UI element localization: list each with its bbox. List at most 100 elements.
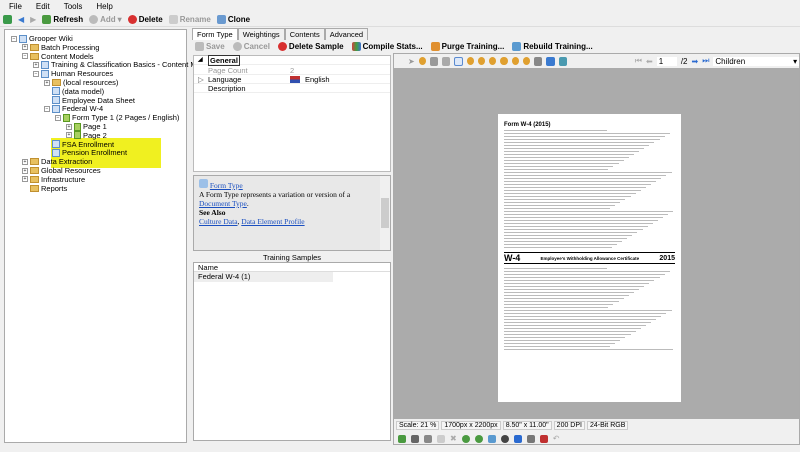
sample-row[interactable]: Federal W-4 (1)	[194, 272, 333, 282]
rebuild-training-button[interactable]: Rebuild Training...	[512, 42, 593, 51]
tree-node[interactable]: + Global Resources	[22, 166, 101, 175]
section-general[interactable]: ◢ General	[194, 55, 390, 66]
expand-toggle[interactable]: +	[33, 61, 39, 68]
first-page-icon[interactable]: ⏮	[635, 56, 642, 66]
expand-toggle[interactable]: +	[44, 79, 50, 86]
rotate-left-icon[interactable]	[461, 434, 470, 443]
menu-edit[interactable]: Edit	[36, 2, 50, 11]
pages-icon[interactable]	[526, 434, 535, 443]
property-language[interactable]: ▷ Language English	[194, 75, 390, 84]
help-scrollbar[interactable]	[380, 176, 390, 250]
zoom-height-icon[interactable]	[523, 57, 531, 65]
expand-toggle[interactable]: −	[22, 53, 28, 60]
refresh-button[interactable]: Refresh	[42, 14, 83, 24]
tree-node[interactable]: Reports	[22, 184, 67, 193]
culture-data-link[interactable]: Culture Data	[199, 217, 238, 226]
expand-toggle[interactable]: −	[33, 70, 39, 77]
save-button[interactable]: Save	[195, 42, 225, 51]
zoom-fit-icon[interactable]	[500, 57, 508, 65]
tools-icon[interactable]	[558, 56, 567, 66]
delete-button[interactable]: Delete	[127, 14, 163, 24]
back-icon[interactable]: ◀	[18, 15, 24, 24]
next-page-icon[interactable]: ➡	[692, 57, 699, 66]
expand-toggle[interactable]: +	[66, 123, 72, 130]
home-icon[interactable]	[3, 14, 12, 24]
tree-node[interactable]: + (local resources)	[44, 78, 118, 87]
clone-button[interactable]: Clone	[216, 14, 250, 24]
tab-form-type[interactable]: Form Type	[192, 28, 238, 40]
tree-node[interactable]: Pension Enrollment	[44, 148, 127, 157]
column-header-name[interactable]: Name	[194, 263, 390, 272]
tab-contents[interactable]: Contents	[284, 28, 325, 40]
node-tree[interactable]: − Grooper Wiki + Batch Processing − Content M…	[4, 29, 211, 443]
tree-node[interactable]: + Page 1	[66, 122, 107, 131]
tree-node[interactable]: FSA Enrollment	[44, 140, 114, 149]
fit-icon[interactable]	[442, 56, 451, 66]
expand-toggle[interactable]: −	[11, 35, 17, 42]
image-view-icon[interactable]	[424, 434, 432, 443]
select-region-icon[interactable]	[429, 56, 439, 66]
pan-icon[interactable]	[418, 57, 426, 65]
tree-node[interactable]: + Training & Classification Basics - Cont…	[33, 60, 211, 69]
expand-toggle[interactable]: −	[55, 114, 61, 121]
fit-page-icon[interactable]	[454, 56, 463, 66]
contrast-icon[interactable]	[500, 434, 509, 443]
tree-node[interactable]: + Page 2	[66, 131, 107, 140]
document-type-link[interactable]: Document Type	[199, 199, 247, 208]
zoom-in-icon[interactable]	[466, 57, 474, 65]
rename-button[interactable]: Rename	[168, 14, 211, 24]
tree-node[interactable]: − Federal W-4	[44, 104, 103, 113]
tab-weightings[interactable]: Weightings	[237, 28, 285, 40]
expand-toggle[interactable]: +	[22, 176, 28, 183]
save-image-icon[interactable]	[546, 56, 555, 66]
data-element-profile-link[interactable]: Data Element Profile	[241, 217, 304, 226]
expand-toggle[interactable]: +	[22, 167, 28, 174]
zoom-width-icon[interactable]	[511, 57, 519, 65]
tree-node[interactable]: − Content Models	[22, 52, 94, 61]
previous-page-icon[interactable]: ⬅	[646, 57, 653, 66]
tree-node[interactable]: − Human Resources	[33, 69, 113, 78]
tree-node[interactable]: + Batch Processing	[22, 43, 99, 52]
forward-icon[interactable]: ▶	[30, 15, 36, 24]
purge-training-button[interactable]: Purge Training...	[430, 42, 504, 51]
tree-node[interactable]: Employee Data Sheet	[44, 96, 135, 105]
property-page-count[interactable]: Page Count 2	[194, 66, 390, 75]
expand-toggle[interactable]: +	[22, 158, 28, 165]
add-button[interactable]: Add ▾	[89, 14, 122, 24]
compile-stats-button[interactable]: Compile Stats...	[351, 42, 423, 51]
remove-icon[interactable]: ✖	[450, 434, 457, 443]
image-edit-icon[interactable]	[411, 434, 419, 443]
tab-advanced[interactable]: Advanced	[324, 28, 369, 40]
tree-node[interactable]: + Infrastructure	[22, 175, 85, 184]
expand-toggle[interactable]: +	[66, 132, 72, 139]
last-page-icon[interactable]: ⏭	[702, 56, 709, 66]
undo-icon[interactable]: ↶	[553, 434, 560, 443]
menu-tools[interactable]: Tools	[64, 2, 83, 11]
cancel-button[interactable]: Cancel	[232, 42, 270, 51]
pointer-icon[interactable]: ➤	[408, 57, 415, 66]
image-disabled-icon[interactable]	[437, 434, 445, 443]
zoom-actual-icon[interactable]	[489, 57, 497, 65]
tree-node[interactable]: − Grooper Wiki	[11, 34, 73, 43]
page-number-input[interactable]: 1	[656, 56, 677, 66]
menu-help[interactable]: Help	[96, 2, 112, 11]
expand-toggle[interactable]: +	[22, 44, 28, 51]
delete-sample-button[interactable]: Delete Sample	[277, 42, 344, 51]
color-icon[interactable]	[539, 434, 548, 443]
rotate-right-icon[interactable]	[474, 434, 483, 443]
tree-node[interactable]: + Data Extraction	[22, 157, 92, 166]
menu-file[interactable]: File	[9, 2, 22, 11]
image-canvas[interactable]: Form W-4 (2015) W-4 Employee's Withholdi…	[394, 68, 799, 419]
tree-node[interactable]: − Form Type 1 (2 Pages / English)	[55, 113, 179, 122]
expand-toggle[interactable]: −	[44, 105, 50, 112]
flip-icon[interactable]	[487, 434, 496, 443]
print-icon[interactable]	[534, 56, 543, 66]
tree-node[interactable]: (data model)	[44, 87, 104, 96]
property-description[interactable]: Description	[194, 84, 390, 93]
training-samples-list[interactable]: Name Federal W-4 (1)	[193, 262, 391, 441]
help-title-link[interactable]: Form Type	[210, 181, 243, 190]
zoom-out-icon[interactable]	[477, 57, 486, 65]
image-icon[interactable]	[398, 434, 406, 443]
view-mode-select[interactable]: Children ▾	[713, 56, 800, 66]
crop-icon[interactable]	[513, 434, 522, 443]
